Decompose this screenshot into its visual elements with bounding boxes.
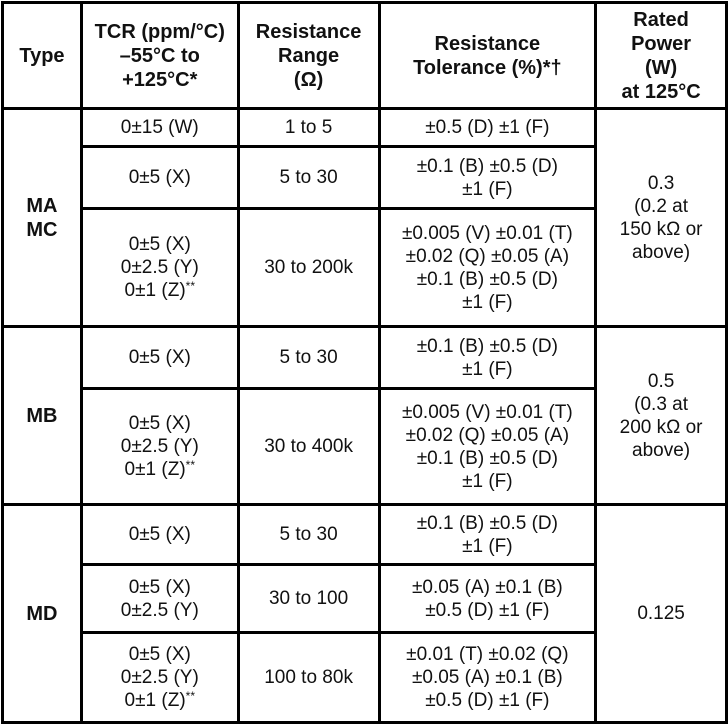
range-cell: 5 to 30 [236,503,381,566]
power-cell: 0.125 [594,503,728,724]
header-rated-power: Rated Power (W) at 125°C [594,1,728,110]
range-cell: 30 to 200k [236,207,381,328]
tolerance-cell: ±0.5 (D) ±1 (F) [377,107,598,148]
range-cell: 5 to 30 [236,325,381,390]
tcr-cell: 0±15 (W) [79,107,240,148]
range-cell: 30 to 400k [236,387,381,506]
tolerance-cell: ±0.05 (A) ±0.1 (B) ±0.5 (D) ±1 (F) [377,563,598,634]
tolerance-cell: ±0.1 (B) ±0.5 (D) ±1 (F) [377,145,598,210]
tcr-cell: 0±5 (X) 0±2.5 (Y) 0±1 (Z)** [79,207,240,328]
tcr-cell: 0±5 (X) [79,503,240,566]
tcr-cell: 0±5 (X) [79,325,240,390]
tolerance-cell: ±0.01 (T) ±0.02 (Q) ±0.05 (A) ±0.1 (B) ±… [377,631,598,724]
table-row: MB 0±5 (X) 5 to 30 ±0.1 (B) ±0.5 (D) ±1 … [1,325,728,506]
resistor-spec-table: Type TCR (ppm/°C) –55°C to +125°C* Resis… [1,1,728,724]
header-resistance-tolerance: Resistance Tolerance (%)*† [377,1,598,110]
footnote-marker: ** [185,279,195,293]
footnote-marker: ** [185,689,195,703]
range-cell: 30 to 100 [236,563,381,634]
range-cell: 5 to 30 [236,145,381,210]
header-row: Type TCR (ppm/°C) –55°C to +125°C* Resis… [1,1,728,110]
tolerance-cell: ±0.005 (V) ±0.01 (T) ±0.02 (Q) ±0.05 (A)… [377,387,598,506]
tcr-cell: 0±5 (X) [79,145,240,210]
power-cell: 0.5 (0.3 at 200 kΩ or above) [594,325,728,506]
tcr-cell: 0±5 (X) 0±2.5 (Y) [79,563,240,634]
header-tcr: TCR (ppm/°C) –55°C to +125°C* [79,1,240,110]
header-resistance-range: Resistance Range (Ω) [236,1,381,110]
tolerance-cell: ±0.1 (B) ±0.5 (D) ±1 (F) [377,325,598,390]
footnote-marker: ** [185,458,195,472]
table-row: MA MC 0±15 (W) 1 to 5 ±0.5 (D) ±1 (F) 0.… [1,107,728,328]
tolerance-cell: ±0.005 (V) ±0.01 (T) ±0.02 (Q) ±0.05 (A)… [377,207,598,328]
table-row: MD 0±5 (X) 5 to 30 ±0.1 (B) ±0.5 (D) ±1 … [1,503,728,724]
type-cell: MD [1,503,83,724]
range-cell: 100 to 80k [236,631,381,724]
tolerance-cell: ±0.1 (B) ±0.5 (D) ±1 (F) [377,503,598,566]
range-cell: 1 to 5 [236,107,381,148]
tcr-cell: 0±5 (X) 0±2.5 (Y) 0±1 (Z)** [79,387,240,506]
tcr-cell: 0±5 (X) 0±2.5 (Y) 0±1 (Z)** [79,631,240,724]
type-cell: MB [1,325,83,506]
header-type: Type [1,1,83,110]
type-cell: MA MC [1,107,83,328]
power-cell: 0.3 (0.2 at 150 kΩ or above) [594,107,728,328]
